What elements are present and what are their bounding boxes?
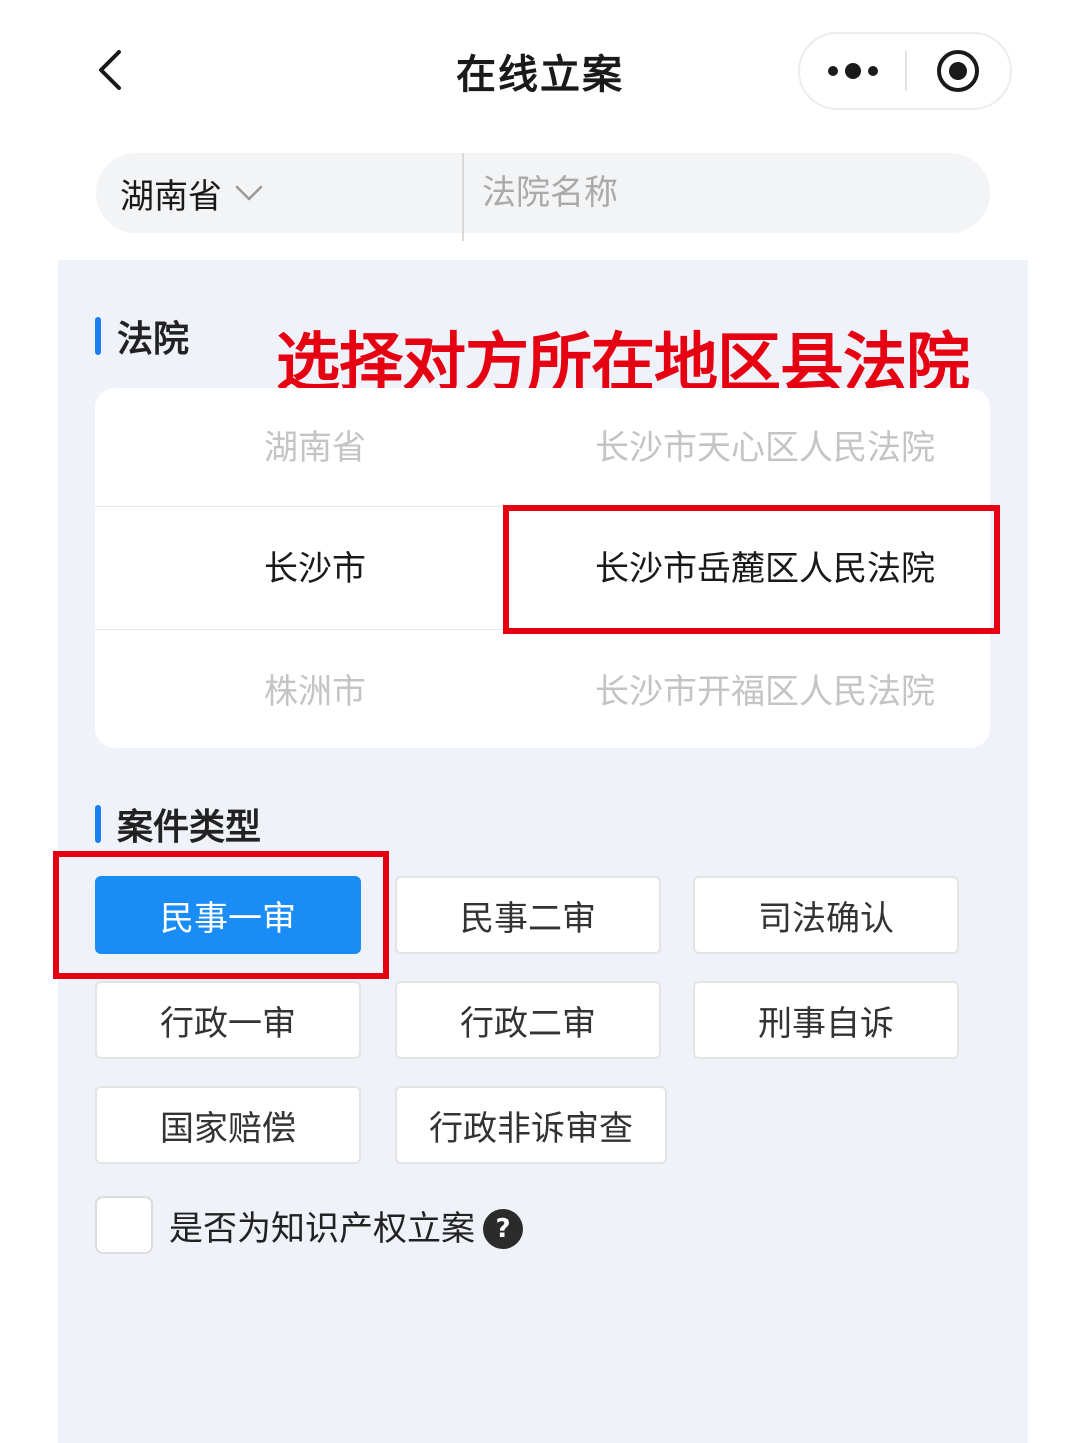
case-type-civil-second[interactable]: 民事二审 — [395, 876, 661, 954]
picker-court[interactable]: 长沙市天心区人民法院 — [505, 388, 990, 508]
target-circle-icon — [937, 50, 980, 92]
nav-bar: 在线立案 — [0, 0, 1080, 140]
case-type-state-compensation[interactable]: 国家赔偿 — [95, 1086, 361, 1164]
picker-city[interactable]: 长沙市 — [215, 507, 415, 631]
court-name-input[interactable] — [482, 153, 962, 233]
case-type-section-label: 案件类型 — [117, 807, 262, 848]
province-selector[interactable]: 湖南省 — [120, 153, 264, 233]
section-accent-bar — [95, 317, 101, 355]
case-type-private-prosecution[interactable]: 刑事自诉 — [693, 981, 959, 1059]
more-button[interactable] — [800, 34, 905, 108]
case-type-section-title: 案件类型 — [95, 798, 261, 850]
highlight-box-court — [503, 505, 1000, 634]
section-accent-bar — [95, 805, 101, 843]
more-dots-icon — [827, 63, 878, 79]
court-section-title: 法院 — [95, 310, 189, 362]
help-icon[interactable]: ? — [483, 1209, 523, 1249]
ip-filing-checkbox[interactable] — [95, 1196, 153, 1254]
picker-city[interactable]: 株洲市 — [215, 632, 415, 748]
picker-city[interactable]: 湖南省 — [215, 388, 415, 508]
picker-court[interactable]: 长沙市开福区人民法院 — [505, 632, 990, 748]
ip-filing-label: 是否为知识产权立案 — [169, 1208, 475, 1249]
case-type-admin-second[interactable]: 行政二审 — [395, 981, 661, 1059]
mini-program-capsule — [798, 32, 1012, 110]
search-divider — [462, 153, 464, 241]
ip-filing-option: 是否为知识产权立案 ? — [95, 1195, 523, 1255]
province-label: 湖南省 — [120, 176, 222, 217]
court-search-bar: 湖南省 — [96, 153, 990, 241]
court-section-label: 法院 — [117, 319, 190, 360]
close-button[interactable] — [907, 34, 1010, 108]
chevron-down-icon — [235, 185, 263, 201]
case-type-admin-first[interactable]: 行政一审 — [95, 981, 361, 1059]
picker-row[interactable]: 株洲市 长沙市开福区人民法院 — [95, 632, 990, 748]
case-type-admin-nonlitigation[interactable]: 行政非诉审查 — [395, 1086, 667, 1164]
picker-row[interactable]: 湖南省 长沙市天心区人民法院 — [95, 388, 990, 508]
highlight-box-case-type — [53, 851, 389, 979]
case-type-judicial-confirm[interactable]: 司法确认 — [693, 876, 959, 954]
